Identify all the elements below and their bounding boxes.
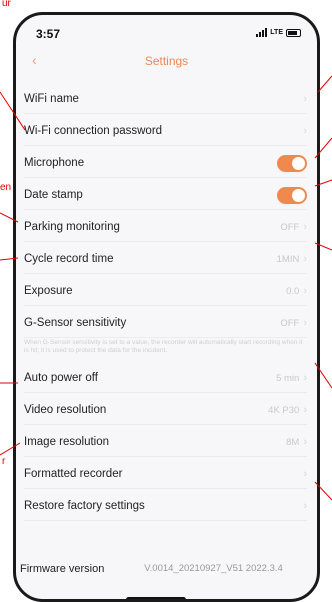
annotation-line xyxy=(0,257,19,261)
annotation-line xyxy=(0,212,19,223)
annotation-line xyxy=(317,75,332,93)
annotation-line xyxy=(314,242,332,251)
annotation-line xyxy=(314,362,332,389)
home-indicator xyxy=(126,597,186,599)
annotation-lines xyxy=(0,75,332,501)
annotation-line xyxy=(314,481,332,501)
annotation-line xyxy=(314,179,332,187)
annotation-line xyxy=(0,442,21,456)
annotation-line xyxy=(314,137,332,159)
annotation-line xyxy=(0,91,26,131)
